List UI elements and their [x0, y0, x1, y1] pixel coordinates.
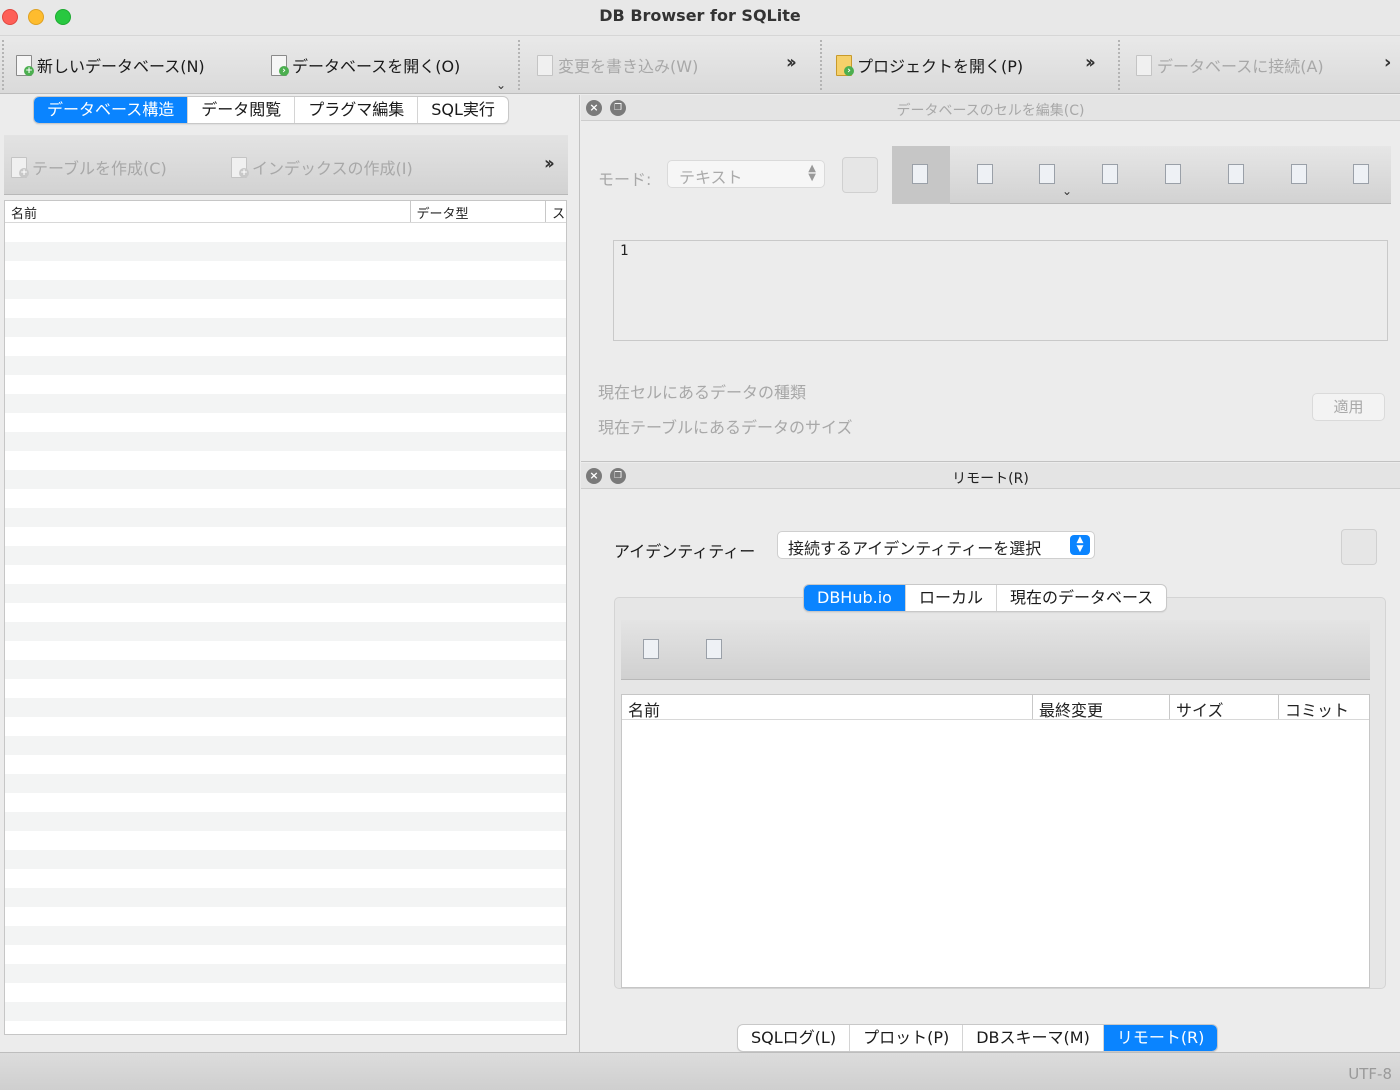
- clone-database-icon[interactable]: [704, 638, 724, 660]
- write-changes-button[interactable]: 変更を書き込み(W): [536, 53, 698, 77]
- mode-select[interactable]: テキスト ▲ ▼: [667, 160, 825, 188]
- remote-push-button[interactable]: [1341, 529, 1377, 565]
- apply-button[interactable]: 適用: [1312, 393, 1385, 421]
- column-header-commit[interactable]: コミット: [1279, 695, 1369, 719]
- new-database-icon: +: [15, 54, 34, 76]
- structure-tree[interactable]: 名前 データ型 ス: [4, 200, 567, 1035]
- column-header-last-modified[interactable]: 最終変更: [1033, 695, 1170, 719]
- tab-browse-data[interactable]: データ閲覧: [188, 97, 296, 123]
- cell-type-info: 現在セルにあるデータの種類: [598, 383, 807, 402]
- cell-size-info: 現在テーブルにあるデータのサイズ: [598, 418, 853, 437]
- remote-dock: × ❐ リモート(R) アイデンティティー 接続するアイデンティティーを選択 ▲…: [581, 463, 1400, 1052]
- create-table-button[interactable]: + テーブルを作成(C): [10, 155, 167, 179]
- window-title: DB Browser for SQLite: [599, 6, 801, 25]
- overflow-chevron-icon[interactable]: ›: [1384, 52, 1392, 73]
- tab-current-database[interactable]: 現在のデータベース: [997, 585, 1166, 611]
- open-project-icon: ›: [835, 54, 854, 76]
- identity-select[interactable]: 接続するアイデンティティーを選択 ▲ ▼: [777, 531, 1095, 559]
- create-index-icon: +: [230, 156, 249, 178]
- cell-editor[interactable]: 1: [613, 240, 1388, 341]
- new-database-button[interactable]: + 新しいデータベース(N): [15, 53, 205, 77]
- import-dropdown-icon[interactable]: ⌄: [1062, 184, 1072, 198]
- set-null-icon[interactable]: [1163, 163, 1183, 185]
- remote-header: × ❐ リモート(R): [581, 463, 1400, 489]
- edit-cell-title: データベースのセルを編集(C): [896, 103, 1085, 119]
- edit-cell-header: × ❐ データベースのセルを編集(C): [581, 95, 1400, 121]
- tab-local[interactable]: ローカル: [906, 585, 997, 611]
- attach-database-icon: [1135, 54, 1153, 76]
- column-header-name[interactable]: 名前: [5, 201, 411, 222]
- text-document-icon[interactable]: [892, 146, 950, 204]
- print-icon[interactable]: [1351, 163, 1371, 185]
- status-bar: UTF-8: [0, 1052, 1400, 1090]
- remote-file-list[interactable]: 名前 最終変更 サイズ コミット: [621, 694, 1370, 988]
- copy-icon[interactable]: [1226, 163, 1246, 185]
- tab-remote[interactable]: リモート(R): [1103, 1025, 1218, 1051]
- main-tabs: データベース構造 データ閲覧 プラグマ編集 SQL実行: [33, 96, 509, 124]
- open-database-button[interactable]: › データベースを開く(O): [270, 53, 460, 77]
- tab-execute-sql[interactable]: SQL実行: [418, 97, 508, 123]
- overflow-chevron-icon[interactable]: ››: [786, 52, 797, 73]
- remote-tabs: DBHub.io ローカル 現在のデータベース: [803, 584, 1168, 612]
- structure-header: 名前 データ型 ス: [5, 201, 566, 223]
- dock-tabs: SQLログ(L) プロット(P) DBスキーマ(M) リモート(R): [737, 1024, 1219, 1052]
- title-bar: DB Browser for SQLite: [0, 0, 1400, 36]
- remote-group: DBHub.io ローカル 現在のデータベース 名前 最終変更 サイズ コミット: [614, 584, 1386, 989]
- mode-label: モード:: [598, 170, 652, 189]
- encoding-label: UTF-8: [1348, 1065, 1392, 1083]
- create-index-button[interactable]: + インデックスの作成(I): [230, 155, 413, 179]
- remote-title: リモート(R): [952, 471, 1029, 487]
- column-header-type[interactable]: データ型: [411, 201, 547, 222]
- clear-icon[interactable]: [1289, 163, 1309, 185]
- column-header-schema[interactable]: ス: [546, 201, 566, 222]
- toolbar-separator: [2, 40, 4, 90]
- toolbar-separator: [1118, 40, 1120, 90]
- tab-edit-pragmas[interactable]: プラグマ編集: [295, 97, 419, 123]
- edit-cell-dock: × ❐ データベースのセルを編集(C) モード: テキスト ▲ ▼ ⌄ 1 現在セ…: [581, 95, 1400, 462]
- tab-database-structure[interactable]: データベース構造: [34, 97, 189, 123]
- refresh-icon[interactable]: [641, 638, 661, 660]
- remote-toolbar: [621, 620, 1370, 680]
- attach-database-button[interactable]: データベースに接続(A): [1135, 53, 1324, 77]
- toolbar-separator: [518, 40, 520, 90]
- toolbar-separator: [820, 40, 822, 90]
- auto-switch-mode-button[interactable]: [842, 157, 878, 193]
- open-project-button[interactable]: › プロジェクトを開く(P): [835, 53, 1023, 77]
- import-icon[interactable]: [1037, 163, 1057, 185]
- overflow-chevron-icon[interactable]: ››: [1085, 52, 1096, 73]
- column-header-name[interactable]: 名前: [622, 695, 1033, 719]
- create-table-icon: +: [10, 156, 29, 178]
- identity-label: アイデンティティー: [614, 542, 756, 561]
- tab-dbhub[interactable]: DBHub.io: [804, 585, 906, 611]
- select-updown-icon: ▲ ▼: [808, 163, 816, 183]
- main-toolbar: + 新しいデータベース(N) › データベースを開く(O) ⌄ 変更を書き込み(…: [0, 36, 1400, 94]
- export-icon[interactable]: [1100, 163, 1120, 185]
- tab-sql-log[interactable]: SQLログ(L): [738, 1025, 851, 1051]
- column-header-size[interactable]: サイズ: [1170, 695, 1279, 719]
- overflow-chevron-icon[interactable]: ››: [544, 153, 555, 174]
- structure-toolbar: + テーブルを作成(C) + インデックスの作成(I) ››: [4, 135, 568, 195]
- edit-cell-toolbar: ⌄: [892, 146, 1391, 204]
- word-wrap-icon[interactable]: [975, 163, 995, 185]
- tab-plot[interactable]: プロット(P): [850, 1025, 964, 1051]
- tab-db-schema[interactable]: DBスキーマ(M): [963, 1025, 1104, 1051]
- remote-list-header: 名前 最終変更 サイズ コミット: [622, 695, 1369, 720]
- save-icon: [536, 54, 554, 76]
- empty-rows: [5, 223, 566, 1034]
- open-database-dropdown-icon[interactable]: ⌄: [496, 78, 506, 92]
- left-panel: データベース構造 データ閲覧 プラグマ編集 SQL実行 + テーブルを作成(C)…: [0, 95, 580, 1052]
- open-database-icon: ›: [270, 54, 289, 76]
- select-updown-icon: ▲ ▼: [1070, 535, 1090, 555]
